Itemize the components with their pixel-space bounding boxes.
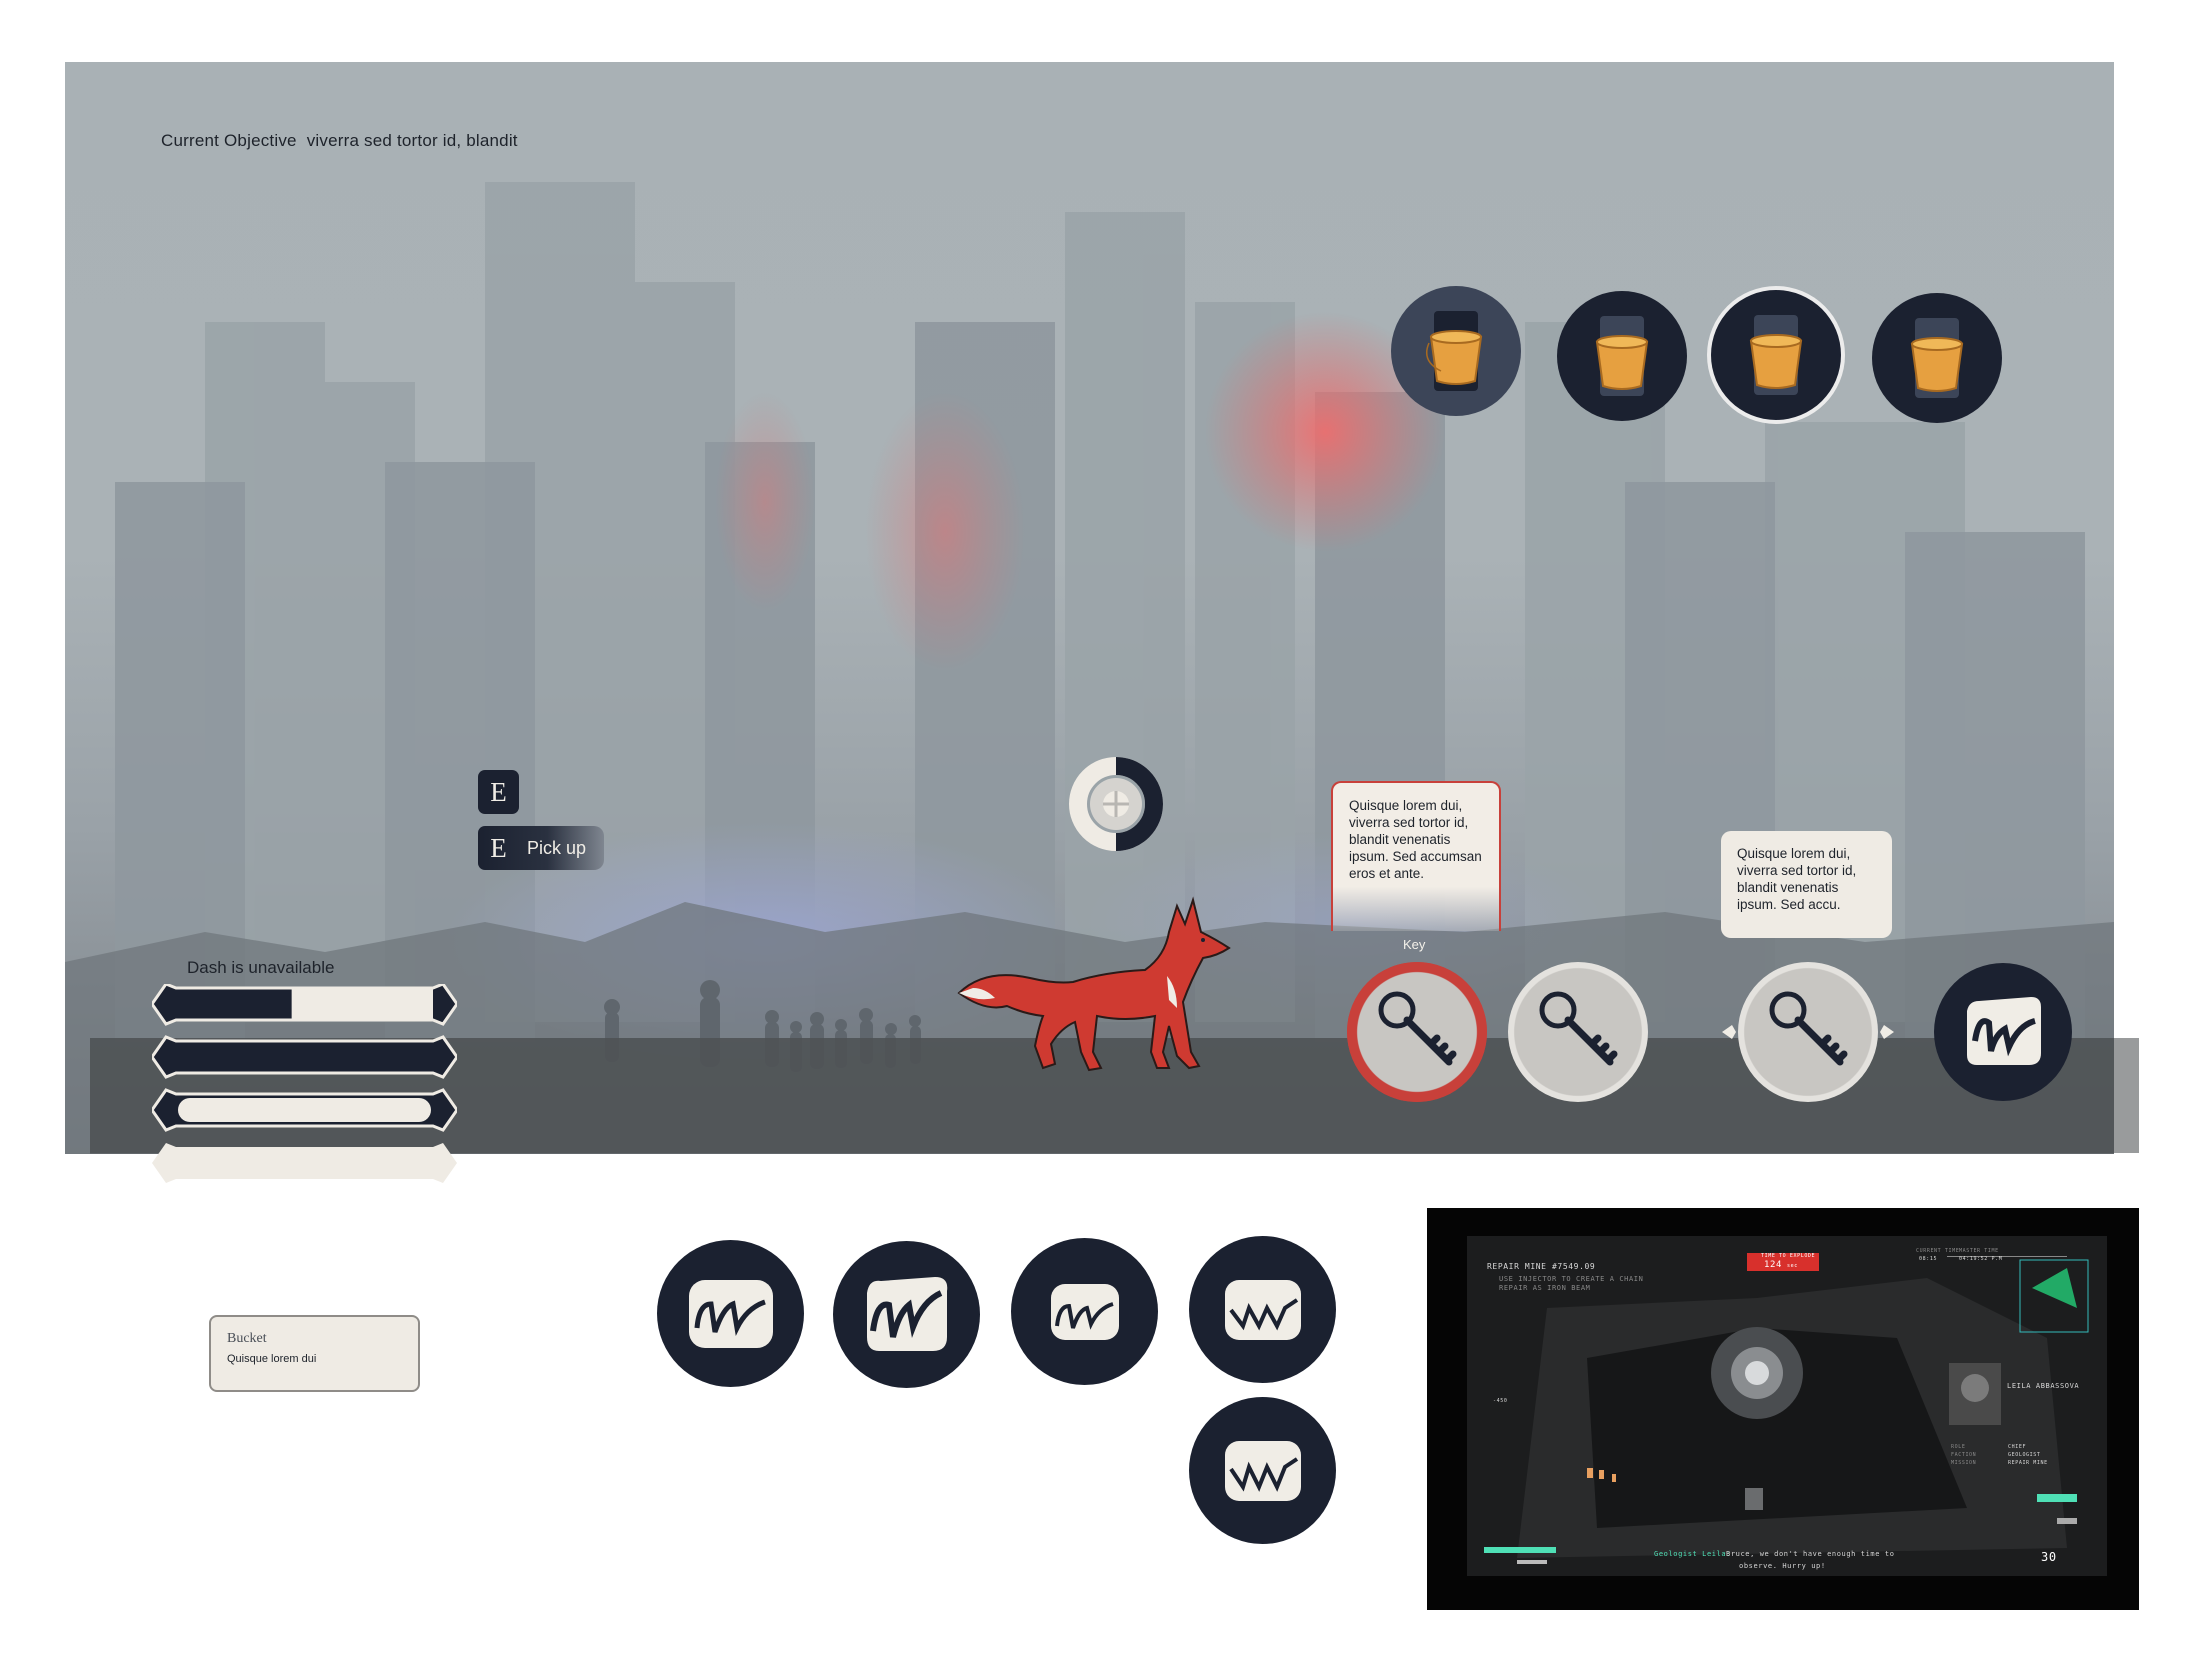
key-icon [1539, 991, 1618, 1066]
ref-depth-value: -450 [1493, 1398, 1508, 1404]
ref-mission-title: REPAIR MINE #7549.09 [1487, 1262, 1596, 1271]
ref-current-time: 08:15 [1919, 1256, 1938, 1262]
pickup-key: E [490, 832, 507, 863]
ref-timer-unit: sec [1787, 1263, 1798, 1269]
ref-current-time-label: CURRENT TIME [1916, 1248, 1960, 1254]
dash-bar-3 [152, 1088, 457, 1132]
card-title: Bucket [227, 1331, 267, 1346]
objective-label: Current Objective [161, 131, 297, 150]
ref-mission-sub1: USE INJECTOR TO CREATE A CHAIN [1499, 1275, 1644, 1283]
key-icon [1378, 991, 1457, 1066]
dash-bar-inner [178, 1098, 431, 1122]
dash-icon-variant-5[interactable] [1189, 1397, 1336, 1544]
dash-icon-variant-2[interactable] [833, 1241, 980, 1388]
ref-master-time-label: MASTER TIME [1959, 1248, 1999, 1254]
dash-icon-variant-4[interactable] [1189, 1236, 1336, 1383]
ref-faction-value: GEOLOGIST [2008, 1452, 2041, 1458]
item-tooltip-secondary: Quisque lorem dui, viverra sed tortor id… [1721, 831, 1892, 938]
dash-bar-4 [152, 1143, 457, 1183]
ref-timer-label: TIME TO EXPLODE [1761, 1253, 1816, 1259]
bucket-icon [1426, 311, 1483, 391]
interact-key-prompt: E [478, 770, 519, 814]
item-tooltip-primary: Quisque lorem dui, viverra sed tortor id… [1331, 781, 1501, 931]
ref-mission-value: REPAIR MINE [2008, 1460, 2048, 1466]
key-slot-1[interactable] [1347, 962, 1487, 1102]
bucket-icon [1595, 316, 1649, 396]
item-card[interactable]: Bucket Quisque lorem dui [209, 1315, 420, 1392]
dash-bar-2 [152, 1035, 457, 1079]
dash-icon-variant-1[interactable] [657, 1240, 804, 1387]
ref-timer-value: 124 [1764, 1260, 1783, 1270]
dash-bar-frame [152, 1143, 457, 1183]
fox-character [957, 896, 1231, 1072]
dash-bar-frame [152, 1035, 457, 1079]
dash-bar-1 [152, 984, 457, 1026]
bucket-slot-1[interactable] [1391, 286, 1521, 416]
ref-character-name: LEILA ABBASSOVA [2007, 1382, 2080, 1390]
dash-status-label: Dash is unavailable [187, 958, 335, 977]
bucket-slot-4[interactable] [1872, 293, 2002, 423]
dash-charge-bars [152, 984, 457, 1183]
objective-text: viverra sed tortor id, blandit [306, 131, 518, 150]
dash-icon [866, 1276, 947, 1351]
ref-role-label: ROLE [1951, 1444, 1966, 1450]
dash-icon-variant-3[interactable] [1011, 1238, 1158, 1385]
current-objective: Current Objective viverra sed tortor id, … [161, 131, 528, 151]
dash-icon [1224, 1279, 1301, 1340]
dash-ability-icon[interactable] [1934, 963, 2072, 1101]
dash-icon [688, 1279, 773, 1348]
ref-master-time: 04:19:52 P.M [1959, 1256, 2003, 1262]
pickup-label: Pick up [527, 837, 587, 858]
key-slot-2[interactable] [1508, 962, 1648, 1102]
pickup-prompt[interactable]: E Pick up [478, 826, 604, 870]
ref-mission-label: MISSION [1951, 1460, 1977, 1466]
ref-mission-sub2: REPAIR AS IRON BEAM [1499, 1284, 1591, 1292]
dash-icon [1050, 1283, 1119, 1340]
reference-screenshot: REPAIR MINE #7549.09 USE INJECTOR TO CRE… [1427, 1208, 2139, 1610]
ref-dialogue-line2: observe. Hurry up! [1739, 1562, 1826, 1570]
dash-icon [1967, 997, 2041, 1065]
bucket-slot-3[interactable] [1711, 290, 1841, 420]
key-label: Key [1403, 937, 1426, 952]
bucket-icon [1910, 318, 1964, 398]
cooldown-ring [1069, 757, 1163, 851]
ref-dialogue-line1: Bruce, we don't have enough time to [1726, 1550, 1895, 1558]
dash-icon [1224, 1440, 1301, 1501]
key-slot-selector-arrows [1722, 1025, 1894, 1039]
ref-dialogue-speaker: Geologist Leila: [1654, 1550, 1732, 1558]
dash-bar-fill [291, 988, 433, 1020]
ref-role-value: CHIEF [2008, 1444, 2027, 1450]
ref-ammo: 30 [2041, 1550, 2057, 1564]
ref-faction-label: FACTION [1951, 1452, 1977, 1458]
card-description: Quisque lorem dui [227, 1353, 317, 1365]
bucket-icon [1749, 315, 1803, 395]
bucket-slot-2[interactable] [1557, 291, 1687, 421]
